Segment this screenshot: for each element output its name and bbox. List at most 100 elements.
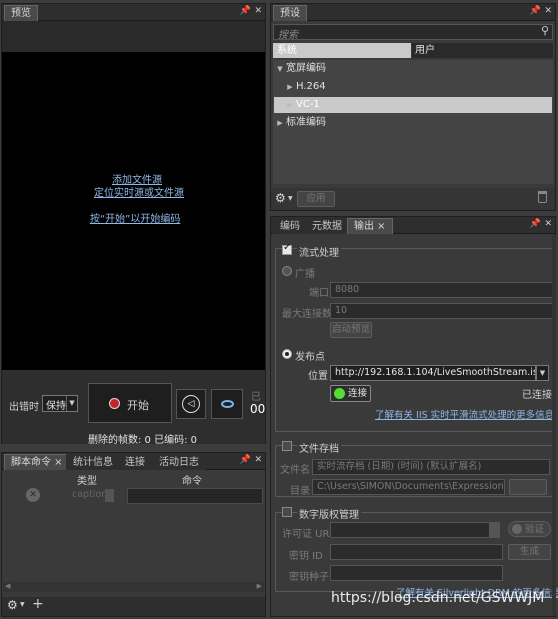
port-field[interactable]: 8080 <box>330 282 554 298</box>
close-icon[interactable]: ✕ <box>254 6 262 16</box>
tab-output[interactable]: 输出 × <box>347 218 393 234</box>
publish-point-label: 发布点 <box>295 352 325 363</box>
watermark: https://blog.csdn.net/GSWWJM <box>331 590 545 606</box>
gear-icon[interactable]: ⚙ <box>7 598 18 612</box>
license-url-label: 许可证 URL <box>282 529 336 540</box>
tab-encode[interactable]: 编码 <box>273 218 307 234</box>
status-green-icon <box>334 388 345 399</box>
close-icon[interactable]: ✕ <box>544 219 552 229</box>
remove-command-icon[interactable]: ✕ <box>26 488 40 502</box>
tree-item-h264[interactable]: ▶ H.264 <box>274 79 552 95</box>
tab-connections[interactable]: 连接 <box>118 454 152 470</box>
tab-script-commands[interactable]: 脚本命令 × <box>4 454 70 470</box>
scroll-right-icon[interactable]: ▶ <box>257 582 262 590</box>
browse-button[interactable] <box>509 479 547 495</box>
scroll-left-icon[interactable]: ◀ <box>5 582 10 590</box>
verify-button[interactable]: 验证 <box>508 521 551 537</box>
iis-smooth-streaming-link[interactable]: 了解有关 IIS 实时平滑流式处理的更多信息 <box>375 407 554 421</box>
publish-point-radio[interactable] <box>282 349 292 359</box>
drm-checkbox[interactable] <box>282 507 292 517</box>
press-start-link[interactable]: 按“开始”以开始编码 <box>90 210 180 225</box>
close-icon[interactable]: × <box>51 457 62 468</box>
vertical-scrollbar[interactable] <box>552 235 556 615</box>
license-url-dropdown[interactable] <box>490 522 500 538</box>
chevron-right-icon: ▶ <box>287 83 293 91</box>
apply-button[interactable]: 应用 <box>297 191 335 207</box>
chevron-down-icon: ▼ <box>539 369 546 377</box>
on-error-value: 保持 <box>46 401 66 412</box>
connect-button[interactable]: 连接 <box>330 385 371 402</box>
script-tabbar: 脚本命令 × 统计信息 连接 活动日志 📌 ✕ <box>2 453 265 470</box>
broadcast-radio[interactable] <box>282 266 292 276</box>
chevron-down-icon[interactable]: ▼ <box>288 195 293 202</box>
locate-live-source-link[interactable]: 定位实时源或文件源 <box>94 184 184 199</box>
tree-item-vc1[interactable]: ▶ VC-1 <box>274 97 552 113</box>
preview-panel: 预览 📌 ✕ 添加文件源 定位实时源或文件源 按“开始”以开始编码 出错时 保持… <box>1 3 266 446</box>
time-prefix: 00 <box>250 402 266 416</box>
column-type: 类型 <box>77 476 97 487</box>
on-error-select[interactable]: 保持 ▼ <box>42 395 78 412</box>
command-value-field[interactable] <box>127 488 263 504</box>
output-tabbar: 编码 元数据 输出 × 📌 ✕ <box>271 217 555 234</box>
max-connections-label: 最大连接数 <box>282 309 332 320</box>
pin-icon[interactable]: 📌 <box>530 219 541 229</box>
search-icon[interactable]: ⚲ <box>541 24 549 37</box>
close-icon[interactable]: ✕ <box>544 6 552 16</box>
preview-area[interactable]: 添加文件源 定位实时源或文件源 按“开始”以开始编码 <box>2 52 265 370</box>
video-toggle-button[interactable] <box>211 389 243 419</box>
frame-stats: 删除的帧数: 0 已编码: 0 <box>88 435 197 446</box>
chevron-right-icon: ▶ <box>277 119 283 127</box>
pin-icon[interactable]: 📌 <box>240 455 251 465</box>
tree-item-standard[interactable]: ▶ 标准编码 <box>274 115 552 131</box>
tab-statistics[interactable]: 统计信息 <box>66 454 120 470</box>
tab-user[interactable]: 用户 <box>412 43 553 58</box>
location-dropdown[interactable]: ▼ <box>536 365 549 381</box>
tab-metadata[interactable]: 元数据 <box>305 218 349 234</box>
audio-toggle-button[interactable]: ◁ <box>176 389 206 419</box>
script-commands-panel: 脚本命令 × 统计信息 连接 活动日志 📌 ✕ 类型 命令 ✕ caption … <box>1 452 266 617</box>
license-url-field[interactable] <box>330 522 490 538</box>
close-icon[interactable]: × <box>374 221 385 232</box>
key-seed-field[interactable] <box>330 565 503 581</box>
tab-preview[interactable]: 预览 <box>4 5 38 21</box>
tab-presets[interactable]: 预设 <box>273 5 307 21</box>
filename-label: 文件名 <box>280 465 310 476</box>
speaker-icon: ◁ <box>182 395 200 413</box>
horizontal-scrollbar[interactable]: ◀ ▶ <box>3 582 264 592</box>
pin-icon[interactable]: 📌 <box>530 6 541 16</box>
add-icon[interactable]: + <box>32 596 44 612</box>
file-archive-checkbox[interactable] <box>282 441 292 451</box>
gear-icon[interactable]: ⚙ <box>275 191 286 205</box>
location-label: 位置 <box>308 371 328 382</box>
location-field[interactable]: http://192.168.1.104/LiveSmoothStream.is… <box>330 365 536 381</box>
record-icon <box>109 398 120 409</box>
start-preview-button[interactable]: 启动预览 <box>330 322 372 338</box>
chevron-down-icon: ▼ <box>277 65 283 73</box>
trash-icon[interactable] <box>538 191 547 203</box>
chevron-down-icon[interactable]: ▼ <box>20 601 25 608</box>
directory-field[interactable]: C:\Users\SIMON\Documents\Expression\... <box>312 479 505 495</box>
start-label: 开始 <box>127 399 149 412</box>
filename-field[interactable]: 实时流存档 (日期) (时间) (默认扩展名) <box>312 459 550 475</box>
directory-label: 目录 <box>290 486 310 497</box>
pin-icon[interactable]: 📌 <box>240 6 251 16</box>
command-type-field[interactable]: caption <box>68 488 106 504</box>
tab-activity-log[interactable]: 活动日志 <box>152 454 206 470</box>
tab-system[interactable]: 系统 <box>273 43 411 58</box>
streaming-group <box>275 248 553 432</box>
file-archive-label: 文件存档 <box>297 440 341 455</box>
key-id-field[interactable] <box>330 544 503 560</box>
generate-button[interactable]: 生成 <box>508 544 551 560</box>
start-button[interactable]: 开始 <box>88 383 172 423</box>
output-panel: 编码 元数据 输出 × 📌 ✕ ✓ 流式处理 广播 端口 8080 最大连接数 … <box>270 216 558 617</box>
max-connections-field[interactable]: 10 <box>330 303 554 319</box>
streaming-label: 流式处理 <box>297 244 341 259</box>
presets-search-box[interactable]: 搜索 ⚲ <box>273 24 553 41</box>
verify-icon <box>512 524 522 534</box>
presets-panel: 预设 📌 ✕ 搜索 ⚲ 系统 用户 ▼ 宽屏编码 ▶ H.264 ▶ VC-1 ▶ 标准… <box>270 3 556 211</box>
key-seed-label: 密钥种子 <box>289 572 329 583</box>
eye-icon <box>221 400 234 408</box>
close-icon[interactable]: ✕ <box>254 455 262 465</box>
type-dropdown[interactable] <box>105 489 114 502</box>
tree-item-widescreen[interactable]: ▼ 宽屏编码 <box>274 61 552 77</box>
